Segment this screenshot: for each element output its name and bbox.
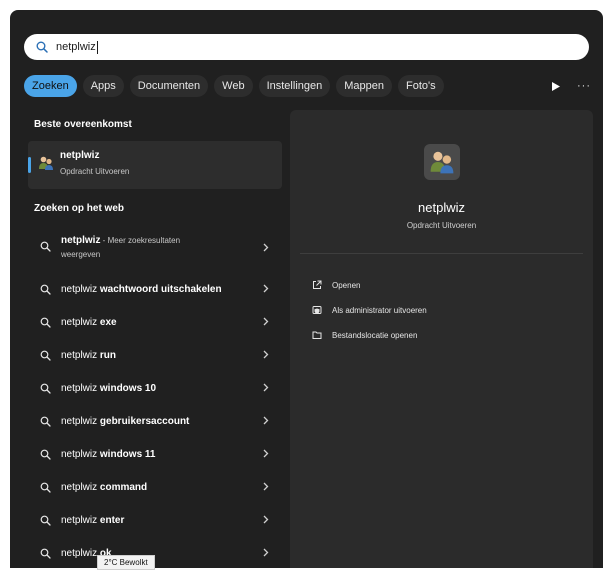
start-search-panel: netplwiz Zoeken Apps Documenten Web Inst… [10,10,603,568]
chevron-right-icon [263,383,269,392]
web-result-item[interactable]: netplwiz - Meer zoekresultaten weergeven [28,233,282,261]
users-app-icon [424,144,460,180]
web-result-suggestion: command [99,482,148,493]
search-icon [40,284,51,295]
chevron-right-icon [263,548,269,557]
search-icon [40,416,51,427]
action-label: Openen [332,280,361,290]
filter-chip-instellingen[interactable]: Instellingen [258,75,331,97]
chevron-right-icon [263,243,269,252]
action-label: Bestandslocatie openen [332,330,418,340]
chevron-right-icon [263,515,269,524]
web-result-item[interactable]: netplwiz windows 10 [28,375,282,403]
filter-chip-documenten[interactable]: Documenten [129,75,209,97]
web-result-text: netplwiz [61,235,101,246]
web-result-suggestion: wachtwoord uitschakelen [99,284,222,295]
filter-chip-mappen[interactable]: Mappen [336,75,392,97]
filter-bar: Zoeken Apps Documenten Web Instellingen … [24,74,595,98]
best-match-subtitle: Opdracht Uitvoeren [60,167,130,176]
web-result-item[interactable]: netplwiz windows 11 [28,441,282,469]
web-result-meta: - Meer zoekresultaten [100,236,181,245]
search-icon [40,350,51,361]
selection-indicator [28,157,31,173]
text-caret [96,40,98,54]
play-icon[interactable] [545,75,567,97]
search-icon [40,515,51,526]
web-result-prefix: netplwiz [61,515,100,526]
web-result-item[interactable]: netplwiz run [28,342,282,370]
web-result-suggestion: windows 11 [99,449,156,460]
search-icon [40,383,51,394]
folder-icon [312,331,322,339]
web-result-item[interactable]: netplwiz exe [28,309,282,337]
best-match-heading: Beste overeenkomst [34,119,132,130]
search-icon [40,449,51,460]
web-result-prefix: netplwiz [61,449,100,460]
web-result-prefix: netplwiz [61,482,100,493]
web-result-suggestion: gebruikersaccount [99,416,190,427]
users-app-icon [39,156,53,170]
web-result-item[interactable]: netplwiz wachtwoord uitschakelen [28,276,282,304]
more-options-icon[interactable]: ··· [573,75,595,97]
search-box[interactable]: netplwiz [24,34,589,60]
action-run-as-admin[interactable]: Als administrator uitvoeren [312,302,427,318]
search-icon [40,241,51,252]
action-open[interactable]: Openen [312,277,360,293]
best-match-name: netplwiz [60,150,100,161]
detail-app-name: netplwiz [418,200,465,215]
search-input[interactable]: netplwiz [56,41,96,53]
web-result-prefix: netplwiz [61,383,100,394]
web-result-item[interactable]: netplwiz ok [28,540,282,568]
chevron-right-icon [263,416,269,425]
web-result-prefix: netplwiz [61,548,100,559]
search-icon [36,41,48,53]
web-result-suggestion: enter [99,515,125,526]
chevron-right-icon [263,482,269,491]
filter-chip-web[interactable]: Web [214,75,253,97]
web-search-heading: Zoeken op het web [34,203,125,214]
web-result-prefix: netplwiz [61,350,100,361]
chevron-right-icon [263,317,269,326]
web-result-meta-line2: weergeven [61,250,101,259]
divider [300,253,583,254]
web-result-prefix: netplwiz [61,284,100,295]
chevron-right-icon [263,284,269,293]
chevron-right-icon [263,350,269,359]
action-open-file-location[interactable]: Bestandslocatie openen [312,327,417,343]
open-external-icon [313,280,322,289]
best-match-item[interactable]: netplwiz Opdracht Uitvoeren [28,141,282,189]
search-icon [40,548,51,559]
filter-chip-fotos[interactable]: Foto's [398,75,444,97]
action-label: Als administrator uitvoeren [332,305,427,315]
search-icon [40,317,51,328]
detail-pane: netplwiz Opdracht Uitvoeren Openen Als a… [290,110,593,568]
chevron-right-icon [263,449,269,458]
filter-chip-apps[interactable]: Apps [82,75,124,97]
web-result-item[interactable]: netplwiz enter [28,507,282,535]
web-result-suggestion: exe [99,317,117,328]
web-result-item[interactable]: netplwiz command [28,474,282,502]
detail-app-subtitle: Opdracht Uitvoeren [406,221,477,230]
web-result-suggestion: run [99,350,117,361]
web-result-suggestion: windows 10 [99,383,157,394]
filter-chip-zoeken[interactable]: Zoeken [24,75,77,97]
web-result-prefix: netplwiz [61,416,100,427]
search-icon [40,482,51,493]
web-result-item[interactable]: netplwiz gebruikersaccount [28,408,282,436]
shield-icon [312,306,322,314]
web-result-prefix: netplwiz [61,317,100,328]
